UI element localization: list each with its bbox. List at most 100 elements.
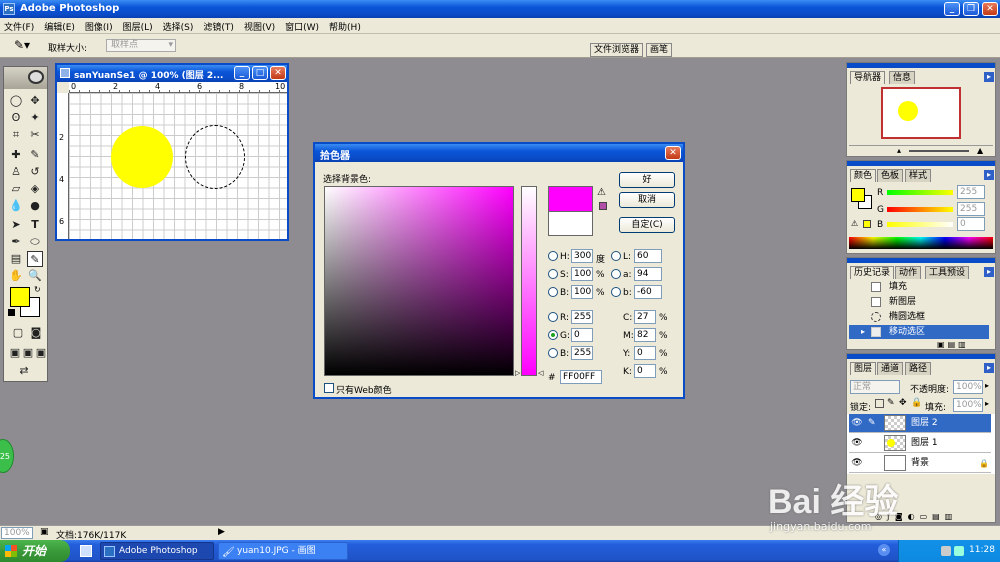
quickmask-mode-icon[interactable]: ◙	[28, 325, 44, 341]
menu-item[interactable]: 图层(L)	[123, 20, 153, 33]
input-y[interactable]: 0	[634, 346, 656, 360]
panel-menu-icon[interactable]: ▸	[984, 267, 994, 277]
blur-tool-icon[interactable]: 💧	[8, 198, 24, 214]
sample-size-select[interactable]: 取样点 ▾	[106, 39, 176, 52]
panel-menu-icon[interactable]: ▸	[984, 72, 994, 82]
radio-b[interactable]	[548, 287, 558, 297]
gamut-warning-icon[interactable]: ⚠	[597, 187, 606, 198]
layer-row[interactable]: 👁 背景 🔒	[849, 454, 991, 473]
tab-channels[interactable]: 通道	[877, 362, 904, 375]
snapshot-icon[interactable]: ▣	[937, 340, 948, 349]
marquee-tool-icon[interactable]: ◯	[8, 93, 24, 109]
zoom-field[interactable]: 100%	[1, 527, 33, 539]
doc-close-button[interactable]: ✕	[270, 66, 286, 80]
slider-color-b[interactable]	[887, 222, 953, 227]
dodge-tool-icon[interactable]: ●	[27, 198, 43, 214]
zoom-tool-icon[interactable]: 🔍	[27, 268, 43, 284]
navigator-zoom-bar[interactable]: ▴ ▲	[849, 145, 993, 155]
swap-colors-icon[interactable]: ↻	[34, 285, 41, 294]
radio-a[interactable]	[611, 269, 621, 279]
tab-brushes[interactable]: 画笔	[646, 43, 673, 57]
brush-link-icon[interactable]: ✎	[868, 414, 876, 433]
notes-tool-icon[interactable]: ▤	[8, 251, 24, 267]
move-tool-icon[interactable]: ✥	[27, 93, 43, 109]
brush-tool-icon[interactable]: ✎	[27, 147, 43, 163]
hue-slider[interactable]	[521, 186, 537, 376]
full-screen-icon[interactable]: ▣	[33, 345, 49, 361]
lock-transparency-icon[interactable]	[875, 399, 884, 408]
paint-bucket-icon[interactable]: ◈	[27, 181, 43, 197]
jump-to-imageready-icon[interactable]: ⇄	[16, 363, 32, 379]
crop-tool-icon[interactable]: ⌗	[8, 127, 24, 143]
input-k[interactable]: 0	[634, 364, 656, 378]
zoom-slider[interactable]	[909, 150, 969, 152]
radio-h[interactable]	[548, 251, 558, 261]
minimize-button[interactable]: _	[944, 2, 960, 16]
eye-icon[interactable]: 👁	[851, 457, 863, 469]
input-m[interactable]: 82	[634, 328, 656, 342]
new-document-icon[interactable]: ▤	[948, 340, 959, 349]
tab-swatches[interactable]: 色板	[877, 169, 904, 182]
clock[interactable]: 11:28	[969, 545, 995, 555]
doc-minimize-button[interactable]: _	[234, 66, 250, 80]
quick-launch-icon[interactable]	[80, 545, 92, 557]
history-item[interactable]: 填充	[849, 280, 989, 294]
input-h[interactable]: 300	[571, 249, 593, 263]
tab-history[interactable]: 历史记录	[850, 266, 895, 279]
input-rgb-b[interactable]: 255	[571, 346, 593, 360]
web-only-checkbox[interactable]	[324, 383, 334, 393]
slider-color-r[interactable]	[887, 190, 953, 195]
radio-lab-b[interactable]	[611, 287, 621, 297]
value-color-b[interactable]: 0	[957, 217, 985, 231]
input-b[interactable]: 100	[571, 285, 593, 299]
lock-position-icon[interactable]: ✥	[899, 398, 907, 408]
history-item[interactable]: 新图层	[849, 295, 989, 309]
panel-menu-icon[interactable]: ▸	[984, 363, 994, 373]
radio-rgb-b[interactable]	[548, 348, 558, 358]
menu-item[interactable]: 图像(I)	[85, 20, 113, 33]
task-paint[interactable]: 🖌 yuan10.JPG - 画图	[218, 542, 348, 560]
standard-mode-icon[interactable]: ▢	[10, 325, 26, 341]
radio-l[interactable]	[611, 251, 621, 261]
fill-input[interactable]: 100%	[953, 398, 983, 412]
fg-swatch[interactable]	[851, 188, 865, 202]
zoom-in-icon[interactable]: ▲	[977, 146, 983, 155]
taskbar-arrow-icon[interactable]: «	[878, 544, 890, 556]
menu-item[interactable]: 选择(S)	[163, 20, 194, 33]
value-color-r[interactable]: 255	[957, 185, 985, 199]
menu-item[interactable]: 视图(V)	[244, 20, 275, 33]
slice-tool-icon[interactable]: ✂	[27, 127, 43, 143]
eyedropper-icon[interactable]: ✎	[27, 251, 43, 267]
restore-button[interactable]: ❐	[963, 2, 979, 16]
ok-button[interactable]: 好	[619, 172, 675, 188]
foreground-color-swatch[interactable]	[10, 287, 30, 307]
task-photoshop[interactable]: Adobe Photoshop	[100, 542, 214, 560]
menu-item[interactable]: 文件(F)	[4, 20, 34, 33]
tab-styles[interactable]: 样式	[905, 169, 932, 182]
gamut-color-swatch[interactable]	[599, 202, 607, 210]
history-item[interactable]: 椭圆选框	[849, 310, 989, 324]
hand-tool-icon[interactable]: ✋	[8, 268, 24, 284]
tab-file-browser[interactable]: 文件浏览器	[590, 43, 644, 57]
history-item-selected[interactable]: ▸ 移动选区	[849, 325, 989, 339]
path-select-icon[interactable]: ➤	[8, 217, 24, 233]
tab-layers[interactable]: 图层	[850, 362, 877, 375]
warning-icon[interactable]: ⚠	[851, 219, 858, 228]
menu-item[interactable]: 窗口(W)	[285, 20, 319, 33]
slider-color-g[interactable]	[887, 207, 953, 212]
menu-item[interactable]: 编辑(E)	[44, 20, 75, 33]
tab-navigator[interactable]: 导航器	[850, 71, 886, 84]
doc-maximize-button[interactable]: □	[252, 66, 268, 80]
zoom-out-icon[interactable]: ▴	[897, 146, 901, 155]
spectrum-bar[interactable]	[849, 237, 993, 249]
lock-all-icon[interactable]: 🔒	[911, 398, 922, 408]
tab-actions[interactable]: 动作	[895, 266, 922, 279]
eye-icon[interactable]: 👁	[851, 437, 863, 449]
healing-brush-icon[interactable]: ✚	[8, 147, 24, 163]
lock-pixels-icon[interactable]: ✎	[887, 398, 895, 408]
lasso-tool-icon[interactable]: ʘ	[8, 110, 24, 126]
input-c[interactable]: 27	[634, 310, 656, 324]
stamp-tool-icon[interactable]: ♙	[8, 164, 24, 180]
input-l[interactable]: 60	[634, 249, 662, 263]
dialog-close-button[interactable]: ✕	[665, 146, 681, 160]
